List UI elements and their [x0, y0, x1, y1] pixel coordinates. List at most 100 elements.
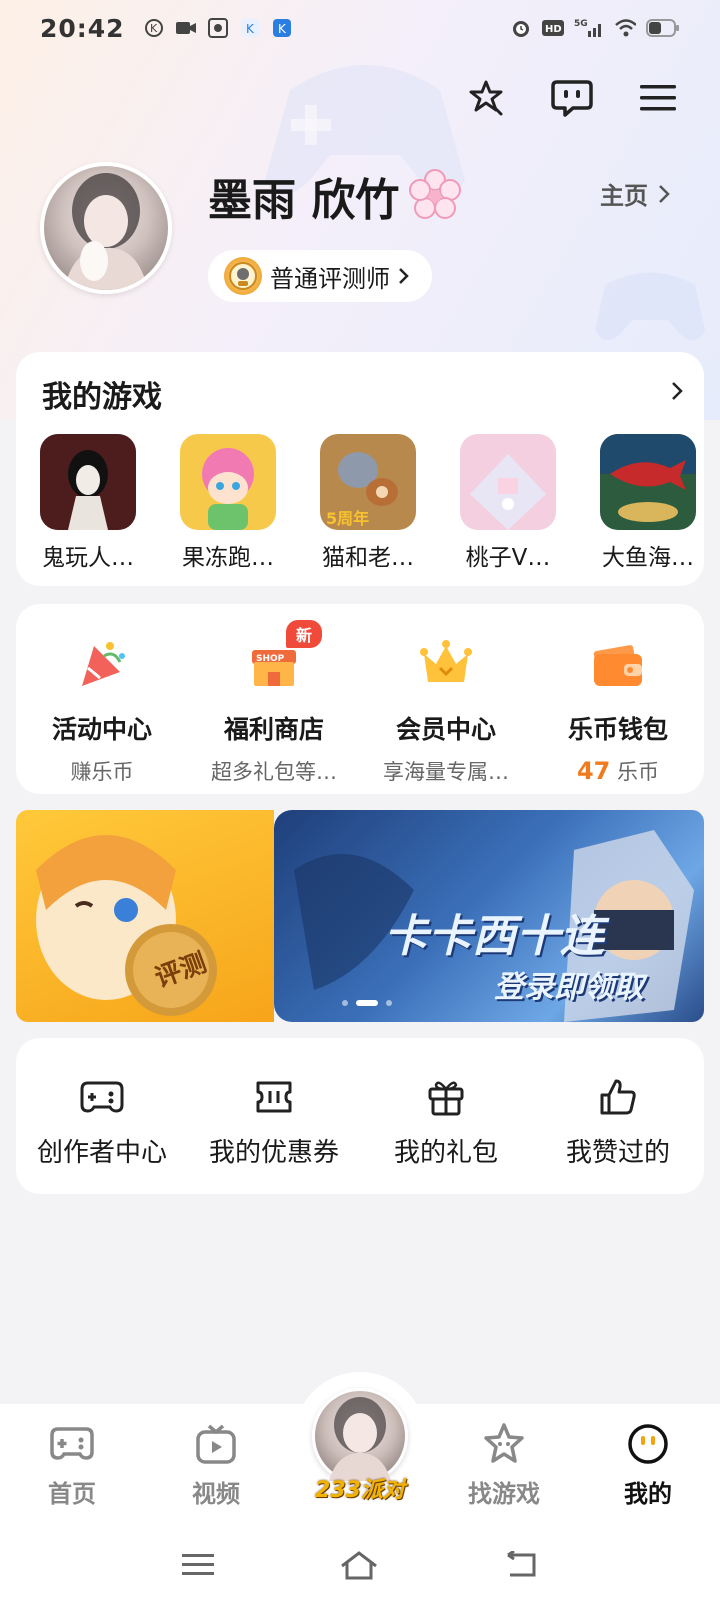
- nav-home[interactable]: 首页: [0, 1404, 144, 1528]
- user-name: 墨雨 欣竹: [208, 164, 463, 228]
- my-gifts-entry[interactable]: 我的礼包: [360, 1038, 532, 1194]
- tools-card: 创作者中心 我的优惠券 我的礼包 我赞过的: [16, 1038, 704, 1194]
- reviewer-level-label: 普通评测师: [270, 264, 390, 293]
- game-item[interactable]: 鬼玩人…: [32, 434, 144, 572]
- carousel-indicator: [342, 1000, 392, 1006]
- carousel-dot-active: [356, 1000, 378, 1006]
- game-item[interactable]: 大鱼海…: [592, 434, 704, 572]
- game-name: 大鱼海…: [602, 545, 694, 571]
- gamepad-icon: [48, 1420, 96, 1468]
- game-icon-jelly: [180, 434, 276, 530]
- home-icon[interactable]: [339, 1550, 379, 1584]
- promo-banner-carousel[interactable]: 评测 卡卡西十连 登录即领取: [16, 810, 704, 1022]
- homepage-link[interactable]: 主页: [600, 176, 670, 211]
- party-popper-icon: [72, 634, 132, 694]
- game-item[interactable]: 5周年 猫和老…: [312, 434, 424, 572]
- user-name-text: 墨雨 欣竹: [208, 175, 400, 226]
- system-navigation-bar: [0, 1528, 720, 1606]
- service-subtitle: 47 乐币: [538, 756, 698, 786]
- service-title: 活动中心: [51, 715, 152, 744]
- new-badge: 新: [286, 620, 323, 648]
- nav-label: 首页: [48, 1480, 96, 1508]
- chevron-right-icon[interactable]: [670, 380, 684, 402]
- tool-label: 创作者中心: [36, 1138, 167, 1168]
- banner-naruto-slide[interactable]: 卡卡西十连 登录即领取: [274, 810, 704, 1022]
- game-item[interactable]: 桃子V…: [452, 434, 564, 572]
- alarm-icon: [510, 17, 532, 39]
- activity-center-entry[interactable]: 活动中心 赚乐币: [16, 604, 188, 794]
- nav-label: 视频: [192, 1480, 240, 1508]
- party-label[interactable]: 233派对: [312, 1472, 408, 1504]
- wallet-icon: [588, 634, 648, 694]
- nav-label-active: 我的: [624, 1480, 672, 1508]
- face-icon: [624, 1420, 672, 1468]
- game-name: 猫和老…: [322, 545, 414, 571]
- game-icon-peach: [460, 434, 556, 530]
- my-games-title: 我的游戏: [42, 380, 162, 415]
- tool-label: 我的优惠券: [208, 1138, 339, 1168]
- menu-icon[interactable]: [636, 76, 680, 120]
- game-name: 鬼玩人…: [42, 545, 134, 571]
- status-bar: 20:42 K K K HD 5G: [0, 0, 720, 56]
- svg-text:5G: 5G: [574, 19, 588, 29]
- gamepad-decoration-small-icon: [595, 272, 705, 341]
- back-icon[interactable]: [504, 1549, 538, 1583]
- game-icon-tom-jerry: 5周年: [320, 434, 416, 530]
- service-subtitle: 赚乐币: [70, 760, 134, 784]
- coin-balance: 47: [576, 757, 611, 785]
- reviewer-badge-icon: [224, 257, 262, 295]
- nav-label: 找游戏: [468, 1480, 540, 1508]
- svg-text:K: K: [278, 22, 287, 36]
- game-name: 果冻跑…: [182, 545, 274, 571]
- gamepad-icon: [79, 1074, 125, 1120]
- flower-badge-icon: [409, 169, 462, 219]
- svg-text:K: K: [246, 22, 255, 36]
- carousel-dot: [386, 1000, 392, 1006]
- status-time: 20:42: [40, 13, 125, 43]
- k-solid-app-icon: K: [271, 17, 293, 39]
- welfare-shop-entry[interactable]: 新 SHOP 福利商店 超多礼包等…: [188, 604, 360, 794]
- nav-find-games[interactable]: 找游戏: [432, 1404, 576, 1528]
- star-face-icon: [480, 1420, 528, 1468]
- chat-icon[interactable]: [550, 76, 594, 120]
- app-notification-icon: [207, 17, 229, 39]
- tool-label: 我赞过的: [565, 1138, 670, 1168]
- banner-subtitle: 登录即领取: [494, 970, 644, 1005]
- tool-label: 我的礼包: [393, 1138, 498, 1168]
- svg-text:SHOP: SHOP: [256, 654, 285, 664]
- recent-apps-icon[interactable]: [182, 1552, 215, 1582]
- game-icon-big-fish: [600, 434, 696, 530]
- chevron-right-icon: [659, 184, 670, 203]
- service-title: 乐币钱包: [567, 715, 668, 744]
- video-camera-icon: [175, 17, 197, 39]
- my-likes-entry[interactable]: 我赞过的: [532, 1038, 704, 1194]
- battery-icon: [646, 17, 680, 39]
- svg-text:5周年: 5周年: [326, 509, 369, 528]
- nav-video[interactable]: 视频: [144, 1404, 288, 1528]
- banner-review-slide[interactable]: 评测: [16, 810, 274, 1022]
- game-name: 桃子V…: [465, 545, 551, 571]
- coin-wallet-entry[interactable]: 乐币钱包 47 乐币: [532, 604, 704, 794]
- star-badge-icon[interactable]: [464, 76, 508, 120]
- carousel-dot: [342, 1000, 348, 1006]
- service-title: 福利商店: [223, 715, 324, 744]
- coupon-icon: [251, 1074, 297, 1120]
- user-avatar[interactable]: [40, 162, 172, 294]
- nav-me[interactable]: 我的: [576, 1404, 720, 1528]
- member-center-entry[interactable]: 会员中心 享海量专属…: [360, 604, 532, 794]
- thumbs-up-icon: [595, 1074, 641, 1120]
- reviewer-level-pill[interactable]: 普通评测师: [208, 250, 432, 302]
- crown-icon: [416, 634, 476, 694]
- my-coupons-entry[interactable]: 我的优惠券: [188, 1038, 360, 1194]
- coin-unit: 乐币: [617, 760, 660, 784]
- homepage-label: 主页: [600, 182, 648, 210]
- svg-text:K: K: [150, 22, 158, 35]
- creator-center-entry[interactable]: 创作者中心: [16, 1038, 188, 1194]
- my-games-card: 我的游戏 鬼玩人… 果冻跑… 5周年 猫和老… 桃子V… 大鱼海…: [16, 352, 704, 586]
- my-games-list: 鬼玩人… 果冻跑… 5周年 猫和老… 桃子V… 大鱼海…: [32, 434, 704, 572]
- gift-icon: [423, 1074, 469, 1120]
- hd-icon: HD: [542, 17, 564, 39]
- game-item[interactable]: 果冻跑…: [172, 434, 284, 572]
- party-avatar-button[interactable]: [312, 1388, 408, 1484]
- service-subtitle: 超多礼包等…: [211, 760, 337, 784]
